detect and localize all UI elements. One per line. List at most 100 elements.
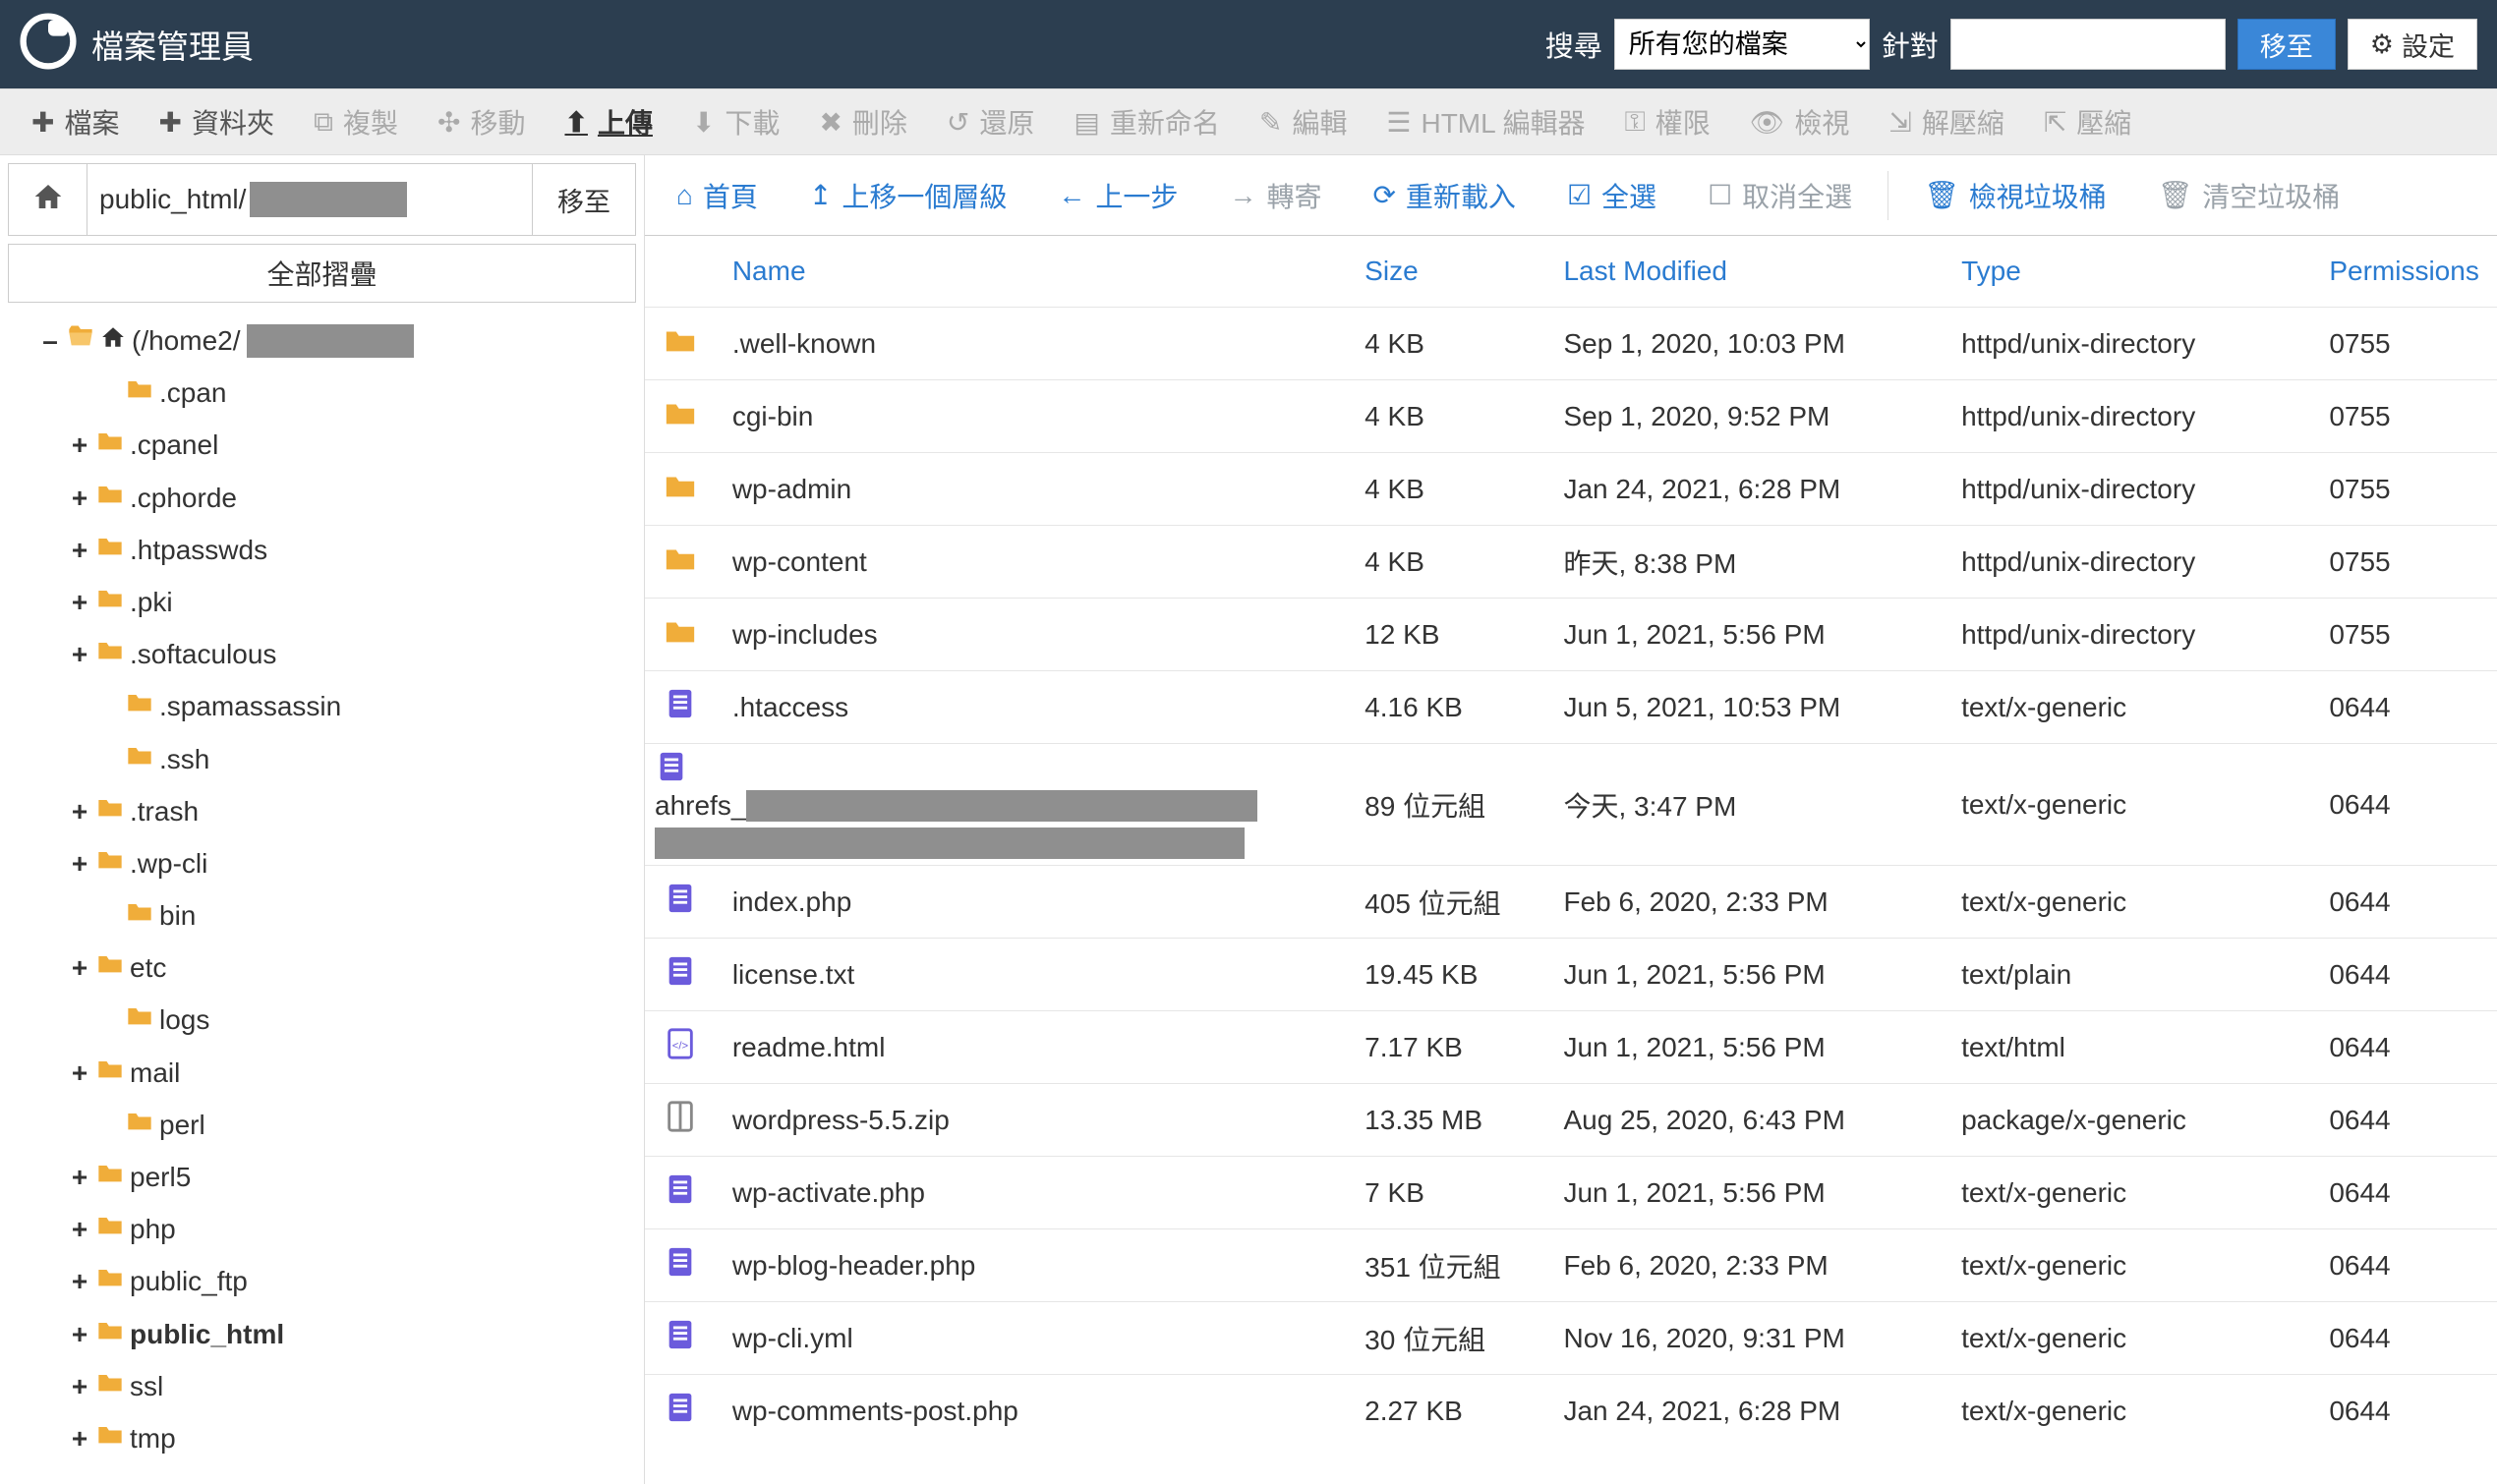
file-name: readme.html [717,1011,1349,1084]
search-scope-select[interactable]: 所有您的檔案 [1614,19,1870,70]
col-permissions-header[interactable]: Permissions [2313,236,2497,308]
tree-item-label: .spamassassin [159,680,341,732]
table-row[interactable]: wp-admin4 KBJan 24, 2021, 6:28 PMhttpd/u… [645,453,2497,526]
table-row[interactable]: wp-content4 KB昨天, 8:38 PMhttpd/unix-dire… [645,526,2497,599]
col-modified-header[interactable]: Last Modified [1547,236,1945,308]
tree-toggle[interactable]: + [69,576,90,628]
col-name-header[interactable]: Name [717,236,1349,308]
tree-toggle[interactable]: + [69,1047,90,1099]
toolbar-upload[interactable]: ⬆上傳 [545,89,671,154]
action-home[interactable]: ⌂首頁 [653,155,782,235]
tree-item-public_ftp[interactable]: + public_ftp [8,1255,636,1307]
tree-item-.pki[interactable]: +.pki [8,576,636,628]
tree-item-etc[interactable]: +etc [8,942,636,994]
col-size-header[interactable]: Size [1349,236,1547,308]
tree-toggle[interactable]: – [39,314,61,367]
action-reload-label: 重新載入 [1406,176,1516,215]
table-row[interactable]: </>readme.html7.17 KBJun 1, 2021, 5:56 P… [645,1011,2497,1084]
tree-item-label: public_ftp [130,1255,248,1307]
tree-toggle[interactable]: + [69,1255,90,1307]
body-area: public_html/ 移至 全部摺疊 – (/home2/ .cpan+.c… [0,155,2497,1484]
tree-item-.softaculous[interactable]: +.softaculous [8,628,636,680]
folder-icon [96,1255,124,1307]
tree-item-.ssh[interactable]: .ssh [8,733,636,785]
search-go-button[interactable]: 移至 [2237,19,2336,70]
col-type-header[interactable]: Type [1945,236,2313,308]
tree-item-php[interactable]: +php [8,1203,636,1255]
tree-item-label: .ssh [159,733,209,785]
tree-toggle[interactable]: + [69,524,90,576]
tree-item-.cphorde[interactable]: + .cphorde [8,472,636,524]
file-type: package/x-generic [1945,1084,2313,1157]
tree-item-.cpan[interactable]: .cpan [8,367,636,419]
tree-item-.htpasswds[interactable]: +.htpasswds [8,524,636,576]
tree-item-.spamassassin[interactable]: .spamassassin [8,680,636,732]
table-row[interactable]: wp-activate.php7 KBJun 1, 2021, 5:56 PMt… [645,1157,2497,1229]
tree-item-tmp[interactable]: +tmp [8,1412,636,1464]
file-permissions: 0755 [2313,526,2497,599]
action-back[interactable]: ←上一步 [1034,155,1201,235]
file-size: 89 位元組 [1349,744,1547,866]
tree-item-.trash[interactable]: +.trash [8,785,636,837]
table-row[interactable]: ahrefs_89 位元組今天, 3:47 PMtext/x-generic06… [645,744,2497,866]
tree-item-.cpanel[interactable]: +.cpanel [8,419,636,471]
action-forward-label: 轉寄 [1266,176,1321,215]
home-button[interactable] [9,164,87,235]
action-up[interactable]: ↥上移一個層級 [785,155,1030,235]
search-input[interactable] [1950,19,2226,70]
toolbar-file[interactable]: ✚檔案 [12,89,139,154]
toolbar-download: ⬇下載 [672,89,799,154]
tree-item-ssl[interactable]: +ssl [8,1360,636,1412]
table-row[interactable]: license.txt19.45 KBJun 1, 2021, 5:56 PMt… [645,939,2497,1011]
tree-item-.wp-cli[interactable]: +.wp-cli [8,837,636,889]
tree-item-logs[interactable]: logs [8,994,636,1046]
file-modified: Jan 24, 2021, 6:28 PM [1547,1375,1945,1448]
table-row[interactable]: wp-comments-post.php2.27 KBJan 24, 2021,… [645,1375,2497,1448]
action-selectall[interactable]: ☑全選 [1543,155,1680,235]
toolbar-folder[interactable]: ✚資料夾 [139,89,293,154]
file-size: 4 KB [1349,380,1547,453]
collapse-all-button[interactable]: 全部摺疊 [8,244,636,303]
tree-item-perl5[interactable]: +perl5 [8,1151,636,1203]
table-row[interactable]: cgi-bin4 KBSep 1, 2020, 9:52 PMhttpd/uni… [645,380,2497,453]
tree-toggle[interactable]: + [69,628,90,680]
table-row[interactable]: .htaccess4.16 KBJun 5, 2021, 10:53 PMtex… [645,671,2497,744]
file-name: wordpress-5.5.zip [717,1084,1349,1157]
tree-toggle[interactable]: + [69,942,90,994]
table-row[interactable]: wordpress-5.5.zip13.35 MBAug 25, 2020, 6… [645,1084,2497,1157]
tree-toggle[interactable]: + [69,1151,90,1203]
table-row[interactable]: wp-blog-header.php351 位元組Feb 6, 2020, 2:… [645,1229,2497,1302]
tree-item-public_html[interactable]: +public_html [8,1308,636,1360]
tree-toggle[interactable]: + [69,1308,90,1360]
tree-toggle[interactable]: + [69,1412,90,1464]
folder-icon [645,308,717,380]
path-input[interactable]: public_html/ [87,164,533,235]
tree-toggle[interactable]: + [69,1360,90,1412]
file-type: httpd/unix-directory [1945,380,2313,453]
delete-icon: ✖ [819,106,842,139]
tree-item-perl[interactable]: perl [8,1099,636,1151]
tree-toggle[interactable]: + [69,837,90,889]
tree-toggle[interactable]: + [69,419,90,471]
left-pane: public_html/ 移至 全部摺疊 – (/home2/ .cpan+.c… [0,155,645,1484]
tree-item-bin[interactable]: bin [8,889,636,942]
select-all-icon: ☑ [1567,179,1592,211]
toolbar-download-label: 下載 [725,102,780,142]
tree-toggle[interactable]: + [69,785,90,837]
file-modified: Sep 1, 2020, 9:52 PM [1547,380,1945,453]
table-row[interactable]: .well-known4 KBSep 1, 2020, 10:03 PMhttp… [645,308,2497,380]
file-modified: Jun 1, 2021, 5:56 PM [1547,1011,1945,1084]
table-row[interactable]: wp-cli.yml30 位元組Nov 16, 2020, 9:31 PMtex… [645,1302,2497,1375]
action-viewtrash[interactable]: 🗑檢視垃圾桶 [1900,155,2130,235]
tree-toggle[interactable]: + [69,472,90,524]
action-reload[interactable]: ⟳重新載入 [1349,155,1539,235]
tree-item-label: .cphorde [130,472,237,524]
path-go-button[interactable]: 移至 [533,164,635,235]
tree-item-mail[interactable]: +mail [8,1047,636,1099]
tree-toggle[interactable]: + [69,1203,90,1255]
table-row[interactable]: wp-includes12 KBJun 1, 2021, 5:56 PMhttp… [645,599,2497,671]
tree-root[interactable]: – (/home2/ [8,314,636,367]
settings-button[interactable]: ⚙ 設定 [2348,19,2477,70]
table-row[interactable]: index.php405 位元組Feb 6, 2020, 2:33 PMtext… [645,866,2497,939]
toolbar-view-label: 檢視 [1794,102,1849,142]
